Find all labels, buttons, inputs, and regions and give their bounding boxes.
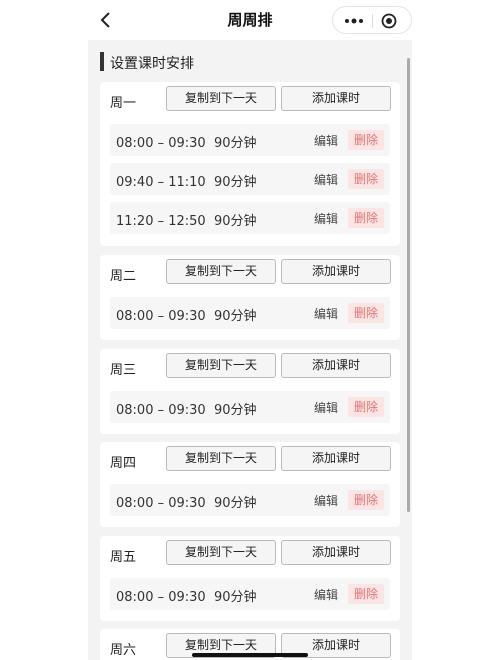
- edit-button[interactable]: 编辑: [314, 210, 338, 227]
- lesson-duration: 90分钟: [213, 175, 257, 190]
- day-card-fri: 周五 复制到下一天 添加课时 08:00 – 09:30 90分钟 编辑 删除: [100, 536, 400, 621]
- lesson-time-range: 08:00 – 09:30: [116, 309, 206, 324]
- lesson-slot: 08:00 – 09:30 90分钟 编辑 删除: [110, 578, 390, 610]
- more-icon[interactable]: [343, 13, 365, 29]
- lesson-time-range: 08:00 – 09:30: [116, 403, 206, 418]
- day-card-header: 周三 复制到下一天 添加课时: [100, 349, 400, 385]
- delete-button[interactable]: 删除: [348, 208, 384, 228]
- day-label: 周四: [110, 456, 137, 471]
- edit-button[interactable]: 编辑: [314, 305, 338, 322]
- page-title: 周周排: [227, 11, 273, 29]
- edit-button[interactable]: 编辑: [314, 132, 338, 149]
- add-lesson-button[interactable]: 添加课时: [281, 353, 391, 378]
- day-card-thu: 周四 复制到下一天 添加课时 08:00 – 09:30 90分钟 编辑 删除: [100, 442, 400, 527]
- scrollbar[interactable]: [407, 58, 410, 512]
- lesson-time: 11:20 – 12:50 90分钟: [116, 210, 257, 229]
- day-label: 周六: [110, 643, 137, 658]
- delete-button[interactable]: 删除: [348, 397, 384, 417]
- day-label: 周二: [110, 269, 137, 284]
- lesson-duration: 90分钟: [213, 403, 257, 418]
- add-lesson-button[interactable]: 添加课时: [281, 540, 391, 565]
- lesson-duration: 90分钟: [213, 590, 257, 605]
- section-accent-bar: [100, 52, 104, 71]
- day-card-header: 周二 复制到下一天 添加课时: [100, 255, 400, 291]
- lesson-time: 08:00 – 09:30 90分钟: [116, 586, 257, 605]
- lesson-time-range: 08:00 – 09:30: [116, 590, 206, 605]
- delete-button[interactable]: 删除: [348, 584, 384, 604]
- day-label: 周一: [110, 96, 137, 111]
- capsule-divider: [372, 14, 373, 28]
- lesson-time-range: 08:00 – 09:30: [116, 136, 206, 151]
- edit-button[interactable]: 编辑: [314, 399, 338, 416]
- copy-to-next-day-button[interactable]: 复制到下一天: [166, 446, 276, 471]
- lesson-time: 08:00 – 09:30 90分钟: [116, 492, 257, 511]
- section-title: 设置课时安排: [110, 56, 194, 72]
- day-card-header: 周四 复制到下一天 添加课时: [100, 442, 400, 478]
- lesson-slot: 11:20 – 12:50 90分钟 编辑 删除: [110, 202, 390, 234]
- lesson-time: 08:00 – 09:30 90分钟: [116, 132, 257, 151]
- lesson-time: 08:00 – 09:30 90分钟: [116, 399, 257, 418]
- copy-to-next-day-button[interactable]: 复制到下一天: [166, 259, 276, 284]
- edit-button[interactable]: 编辑: [314, 492, 338, 509]
- copy-to-next-day-button[interactable]: 复制到下一天: [166, 353, 276, 378]
- day-label: 周三: [110, 363, 137, 378]
- home-indicator: [192, 653, 308, 657]
- day-card-wed: 周三 复制到下一天 添加课时 08:00 – 09:30 90分钟 编辑 删除: [100, 349, 400, 434]
- lesson-time: 08:00 – 09:30 90分钟: [116, 305, 257, 324]
- lesson-duration: 90分钟: [213, 309, 257, 324]
- add-lesson-button[interactable]: 添加课时: [281, 259, 391, 284]
- lesson-duration: 90分钟: [213, 136, 257, 151]
- edit-button[interactable]: 编辑: [314, 586, 338, 603]
- day-card-mon: 周一 复制到下一天 添加课时 08:00 – 09:30 90分钟 编辑 删除 09:40 …: [100, 82, 400, 246]
- day-card-header: 周一 复制到下一天 添加课时: [100, 82, 400, 118]
- lesson-slot: 09:40 – 11:10 90分钟 编辑 删除: [110, 163, 390, 195]
- delete-button[interactable]: 删除: [348, 169, 384, 189]
- add-lesson-button[interactable]: 添加课时: [281, 446, 391, 471]
- lesson-slot: 08:00 – 09:30 90分钟 编辑 删除: [110, 391, 390, 423]
- lesson-time-range: 08:00 – 09:30: [116, 496, 206, 511]
- lesson-slot: 08:00 – 09:30 90分钟 编辑 删除: [110, 124, 390, 156]
- target-icon[interactable]: [381, 13, 397, 29]
- lesson-duration: 90分钟: [213, 214, 257, 229]
- lesson-time-range: 09:40 – 11:10: [116, 175, 206, 190]
- mini-program-capsule: [332, 6, 412, 34]
- add-lesson-button[interactable]: 添加课时: [281, 86, 391, 111]
- edit-button[interactable]: 编辑: [314, 171, 338, 188]
- delete-button[interactable]: 删除: [348, 303, 384, 323]
- lesson-duration: 90分钟: [213, 496, 257, 511]
- delete-button[interactable]: 删除: [348, 130, 384, 150]
- delete-button[interactable]: 删除: [348, 490, 384, 510]
- lesson-time-range: 11:20 – 12:50: [116, 214, 206, 229]
- copy-to-next-day-button[interactable]: 复制到下一天: [166, 86, 276, 111]
- copy-to-next-day-button[interactable]: 复制到下一天: [166, 540, 276, 565]
- day-label: 周五: [110, 550, 137, 565]
- day-card-header: 周五 复制到下一天 添加课时: [100, 536, 400, 572]
- nav-bar: 周周排: [0, 0, 500, 40]
- lesson-time: 09:40 – 11:10 90分钟: [116, 171, 257, 190]
- lesson-slot: 08:00 – 09:30 90分钟 编辑 删除: [110, 297, 390, 329]
- day-card-tue: 周二 复制到下一天 添加课时 08:00 – 09:30 90分钟 编辑 删除: [100, 255, 400, 340]
- lesson-slot: 08:00 – 09:30 90分钟 编辑 删除: [110, 484, 390, 516]
